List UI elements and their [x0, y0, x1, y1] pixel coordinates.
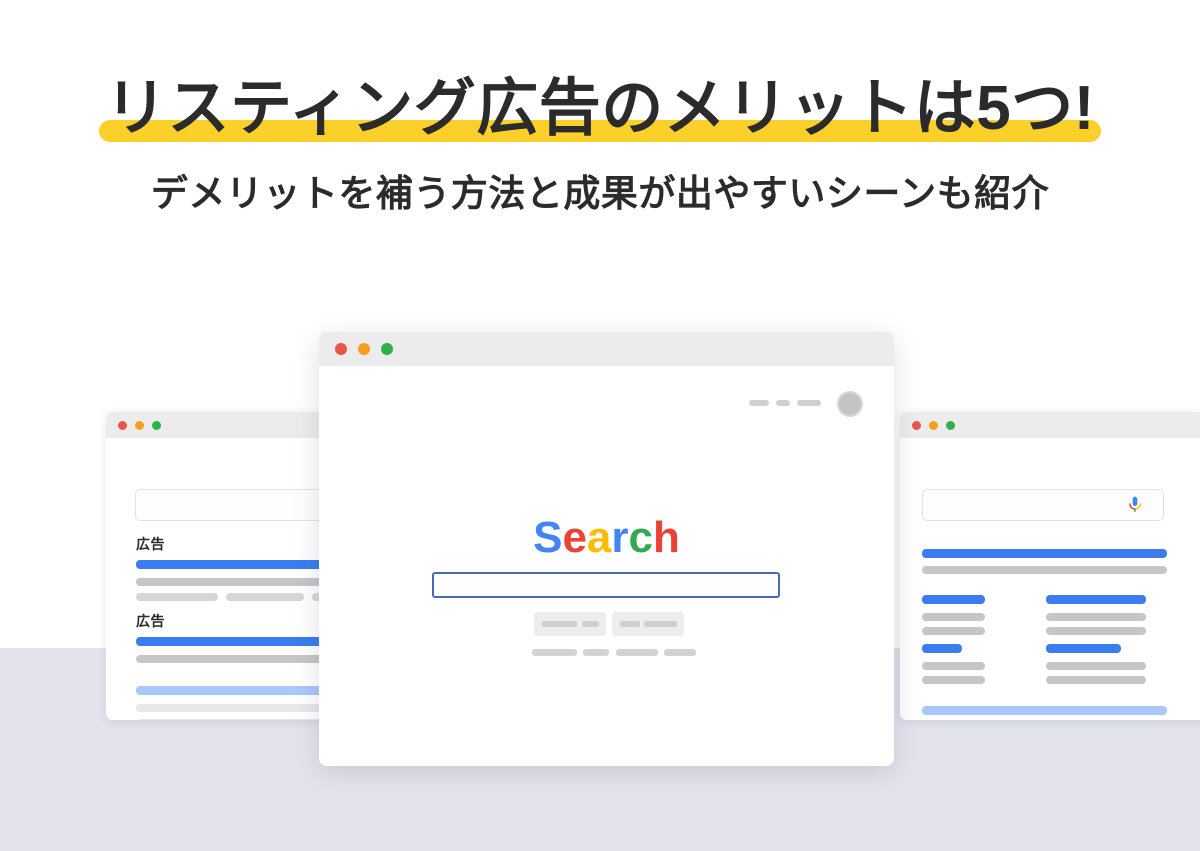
page-title-text: リスティング広告のメリットは5つ! [105, 74, 1095, 143]
right-browser-window[interactable] [900, 412, 1200, 720]
result-desc-bar-1 [922, 566, 1167, 574]
search-logo: Search [319, 516, 894, 560]
sitelink-desc-2d [1046, 676, 1146, 684]
logo-letter-h: h [653, 513, 680, 562]
sitelink-title-2b[interactable] [1046, 644, 1121, 653]
footer-link-bar-2[interactable] [583, 649, 609, 656]
minimize-dot-icon[interactable] [135, 420, 144, 430]
page-subtitle: デメリットを補う方法と成果が出やすいシーンも紹介 [150, 173, 1050, 214]
minimize-dot-icon[interactable] [358, 343, 370, 355]
sitelink-desc-1c [922, 627, 985, 635]
sitelink-desc-1b [1046, 613, 1146, 621]
right-traffic-lights [900, 412, 1200, 438]
logo-letter-e: e [562, 513, 587, 562]
ad-meta-bar-1a [136, 593, 218, 601]
button-label-bar-2a [620, 621, 640, 627]
button-label-bar-1a [542, 621, 577, 627]
right-window-titlebar [900, 412, 1200, 438]
center-window-titlebar [319, 332, 894, 366]
result-title-bar-2[interactable] [922, 706, 1167, 715]
ad-label-2: 広告 [136, 613, 165, 629]
center-search-input[interactable] [432, 572, 780, 598]
footer-link-bar-4[interactable] [664, 649, 696, 656]
button-label-bar-2b [644, 621, 677, 627]
poster-canvas: リスティング広告のメリットは5つ! デメリットを補う方法と成果が出やすいシーンも… [0, 0, 1200, 851]
sitelink-title-2a[interactable] [922, 644, 962, 653]
ad-label-1: 広告 [136, 536, 165, 552]
sitelink-desc-2c [922, 676, 985, 684]
sitelink-desc-1d [1046, 627, 1146, 635]
button-label-bar-1b [582, 621, 599, 627]
minimize-dot-icon[interactable] [929, 420, 938, 430]
sitelink-title-1a[interactable] [922, 595, 985, 604]
ad-meta-bar-1b [226, 593, 304, 601]
close-dot-icon[interactable] [335, 343, 347, 355]
logo-letter-c: c [628, 513, 654, 562]
nav-dash-2-icon[interactable] [776, 400, 790, 406]
center-window-body: Search [319, 366, 894, 766]
right-search-input[interactable] [922, 489, 1164, 521]
nav-dash-1-icon[interactable] [749, 400, 769, 406]
maximize-dot-icon[interactable] [381, 343, 393, 355]
logo-letter-s: S [533, 513, 563, 562]
sitelink-desc-1a [922, 613, 985, 621]
center-browser-window[interactable]: Search [319, 332, 894, 766]
logo-letter-a: a [586, 513, 612, 562]
maximize-dot-icon[interactable] [946, 420, 955, 430]
search-button-placeholder-2[interactable] [612, 612, 684, 636]
microphone-icon[interactable] [1127, 496, 1143, 514]
right-window-body [900, 438, 1200, 720]
close-dot-icon[interactable] [912, 420, 921, 430]
page-title: リスティング広告のメリットは5つ! [99, 78, 1101, 148]
result-title-bar-1[interactable] [922, 549, 1167, 558]
sitelink-desc-2b [1046, 662, 1146, 670]
footer-link-bar-1[interactable] [532, 649, 577, 656]
headline-block: リスティング広告のメリットは5つ! デメリットを補う方法と成果が出やすいシーンも… [0, 78, 1200, 215]
close-dot-icon[interactable] [118, 420, 127, 430]
nav-dash-3-icon[interactable] [797, 400, 821, 406]
center-traffic-lights [319, 332, 894, 366]
footer-link-bar-3[interactable] [616, 649, 658, 656]
sitelink-desc-2a [922, 662, 985, 670]
sitelink-title-1b[interactable] [1046, 595, 1146, 604]
logo-letter-r: r [611, 513, 629, 562]
search-button-placeholder-1[interactable] [534, 612, 606, 636]
avatar[interactable] [837, 391, 863, 417]
maximize-dot-icon[interactable] [152, 420, 161, 430]
